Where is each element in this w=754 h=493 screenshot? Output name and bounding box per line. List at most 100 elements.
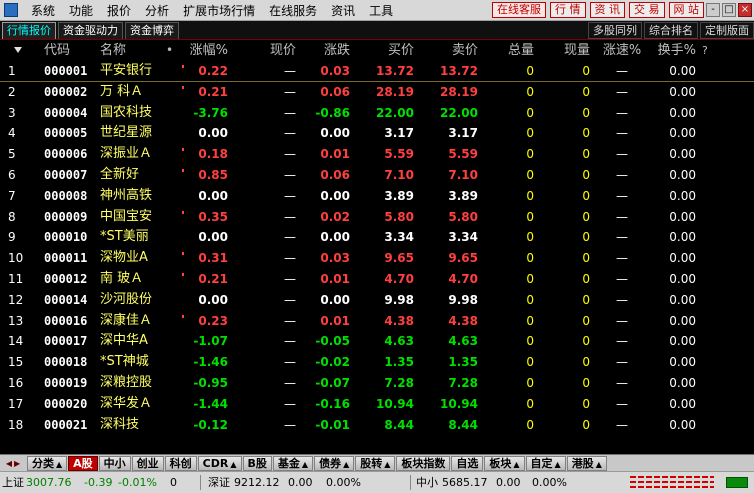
cell-price: — [284,334,296,349]
cell-volume: 0 [526,126,534,141]
scroll-right-icon[interactable]: ▶ [14,459,20,468]
category-tab[interactable]: 板块指数 [396,455,451,471]
category-tab[interactable]: 股转 ▲ [355,455,396,471]
menu-analysis[interactable]: 分析 [138,2,176,19]
category-tab[interactable]: 科创 [164,455,197,471]
cell-change-pct: 0.00 [198,292,228,307]
cell-current-volume: 0 [582,271,590,286]
table-row[interactable]: 15 000018 *ST神城 -1.46 — -0.02 1.35 1.35 0 0 — 0.00 [0,352,754,373]
market-button[interactable]: 行 情 [550,2,586,18]
cell-turnover: 0.00 [669,84,696,99]
table-row[interactable]: 3 000004 国农科技 -3.76 — -0.86 22.00 22.00 0 0 — 0.00 [0,103,754,124]
table-row[interactable]: 16 000019 深粮控股 -0.95 — -0.07 7.28 7.28 0 0 — 0.00 [0,373,754,394]
cell-change-pct: -3.76 [193,105,228,120]
cell-volume: 0 [526,334,534,349]
table-row[interactable]: 10 000011 深物业A 0.31 — 0.03 9.65 9.65 0 0 — 0.00 [0,248,754,269]
trade-button[interactable]: 交 易 [629,2,665,18]
scroll-left-icon[interactable]: ◀ [6,459,12,468]
cell-change-pct: 0.21 [198,84,228,99]
cell-stock-code: 000011 [44,251,88,266]
table-row[interactable]: 8 000009 中国宝安 0.35 — 0.02 5.80 5.80 0 0 — 0.00 [0,207,754,228]
sort-down-icon[interactable] [14,47,22,53]
cell-bid: 7.10 [384,167,414,182]
col-change[interactable]: 涨跌 [300,40,350,61]
cell-change-pct: 0.23 [198,313,228,328]
table-row[interactable]: 13 000016 深康佳Ａ 0.23 — 0.01 4.38 4.38 0 0 — 0.00 [0,311,754,332]
col-volume[interactable]: 总量 [490,40,534,61]
col-price[interactable]: 现价 [240,40,296,61]
menu-function[interactable]: 功能 [62,2,100,19]
menu-system[interactable]: 系统 [24,2,62,19]
cell-change: -0.05 [315,334,350,349]
table-row[interactable]: 9 000010 *ST美丽 0.00 — 0.00 3.34 3.34 0 0 — 0.00 [0,227,754,248]
cell-current-volume: 0 [582,417,590,432]
col-bid[interactable]: 买价 [360,40,414,61]
category-tab[interactable]: 债券 ▲ [314,455,355,471]
up-tick-icon [182,210,184,214]
news-button[interactable]: 资 讯 [589,2,625,18]
category-tab[interactable]: 中小 [98,455,131,471]
maximize-icon[interactable]: □ [722,3,736,17]
category-tab[interactable]: 自定 ▲ [525,455,566,471]
table-row[interactable]: 5 000006 深振业Ａ 0.18 — 0.01 5.59 5.59 0 0 — 0.00 [0,144,754,165]
menu-online-service[interactable]: 在线服务 [262,2,324,19]
cell-row-index: 14 [8,334,24,349]
tab-quote-report[interactable]: 行情报价 [2,21,56,39]
col-speed[interactable]: 涨速% [600,40,644,61]
category-tab[interactable]: 基金 ▲ [272,455,314,471]
category-tab[interactable]: 分类 ▲ [27,455,68,471]
col-ask[interactable]: 卖价 [420,40,478,61]
custom-layout-button[interactable]: 定制版面 [700,21,754,39]
category-tab[interactable]: B股 [242,455,272,471]
menu-tools[interactable]: 工具 [362,2,400,19]
sh-index-volume: 0 [170,476,177,489]
cell-stock-name: 深物业A [100,250,148,266]
col-turnover[interactable]: 换手% [646,40,696,61]
multi-stock-button[interactable]: 多股同列 [588,21,642,39]
col-name[interactable]: 名称 [100,40,170,61]
table-row[interactable]: 14 000017 深中华A -1.07 — -0.05 4.63 4.63 0 0 — 0.00 [0,331,754,352]
category-tab[interactable]: A股 [68,455,98,471]
table-row[interactable]: 11 000012 南 玻Ａ 0.21 — 0.01 4.70 4.70 0 0 — 0.00 [0,269,754,290]
online-support-button[interactable]: 在线客服 [492,2,546,18]
category-tab[interactable]: 港股 ▲ [566,455,607,471]
cell-stock-name: 南 玻Ａ [100,270,144,286]
category-tab[interactable]: CDR ▲ [197,455,242,471]
tab-capital-drive[interactable]: 资金驱动力 [58,21,123,39]
table-row[interactable]: 12 000014 沙河股份 0.00 — 0.00 9.98 9.98 0 0 — 0.00 [0,290,754,311]
menu-quote[interactable]: 报价 [100,2,138,19]
cell-change: -0.02 [315,355,350,370]
col-code[interactable]: 代码 [44,40,94,61]
website-button[interactable]: 网 站 [668,2,704,18]
cell-ask: 4.70 [448,271,478,286]
table-row[interactable]: 7 000008 神州高铁 0.00 — 0.00 3.89 3.89 0 0 — 0.00 [0,186,754,207]
cell-ask: 8.44 [448,417,478,432]
tab-capital-game[interactable]: 资金博弈 [125,21,179,39]
minimize-icon[interactable]: - [706,3,720,17]
cell-ask: 7.28 [448,375,478,390]
table-row[interactable]: 18 000021 深科技 -0.12 — -0.01 8.44 8.44 0 0 — 0.00 [0,415,754,436]
ranking-button[interactable]: 综合排名 [644,21,698,39]
close-icon[interactable]: × [738,3,752,17]
table-row[interactable]: 4 000005 世纪星源 0.00 — 0.00 3.17 3.17 0 0 — 0.00 [0,123,754,144]
help-icon[interactable]: ? [702,40,708,61]
cell-bid: 5.59 [384,147,414,162]
table-row[interactable]: 1 000001 平安银行 0.22 — 0.03 13.72 13.72 0 0 — 0.00 [0,61,754,82]
menu-news[interactable]: 资讯 [324,2,362,19]
table-row[interactable]: 17 000020 深华发Ａ -1.44 — -0.16 10.94 10.94 0 0 — 0.00 [0,394,754,415]
caret-up-icon: ▲ [301,459,309,469]
menu-extended-market[interactable]: 扩展市场行情 [176,2,262,19]
cell-ask: 9.98 [448,292,478,307]
cell-price: — [284,188,296,203]
table-row[interactable]: 6 000007 全新好 0.85 — 0.06 7.10 7.10 0 0 — 0.00 [0,165,754,186]
cell-bid: 3.17 [384,126,414,141]
col-change-pct[interactable]: 涨幅% [170,40,228,61]
col-current-volume[interactable]: 现量 [550,40,590,61]
category-tab[interactable]: 自选 [451,455,484,471]
category-tab[interactable]: 板块 ▲ [484,455,525,471]
table-row[interactable]: 2 000002 万 科Ａ 0.21 — 0.06 28.19 28.19 0 0 — 0.00 [0,82,754,103]
category-tab[interactable]: 创业 [131,455,164,471]
status-indicator-icon[interactable] [726,477,748,488]
cell-change: -0.16 [315,396,350,411]
cell-current-volume: 0 [582,313,590,328]
